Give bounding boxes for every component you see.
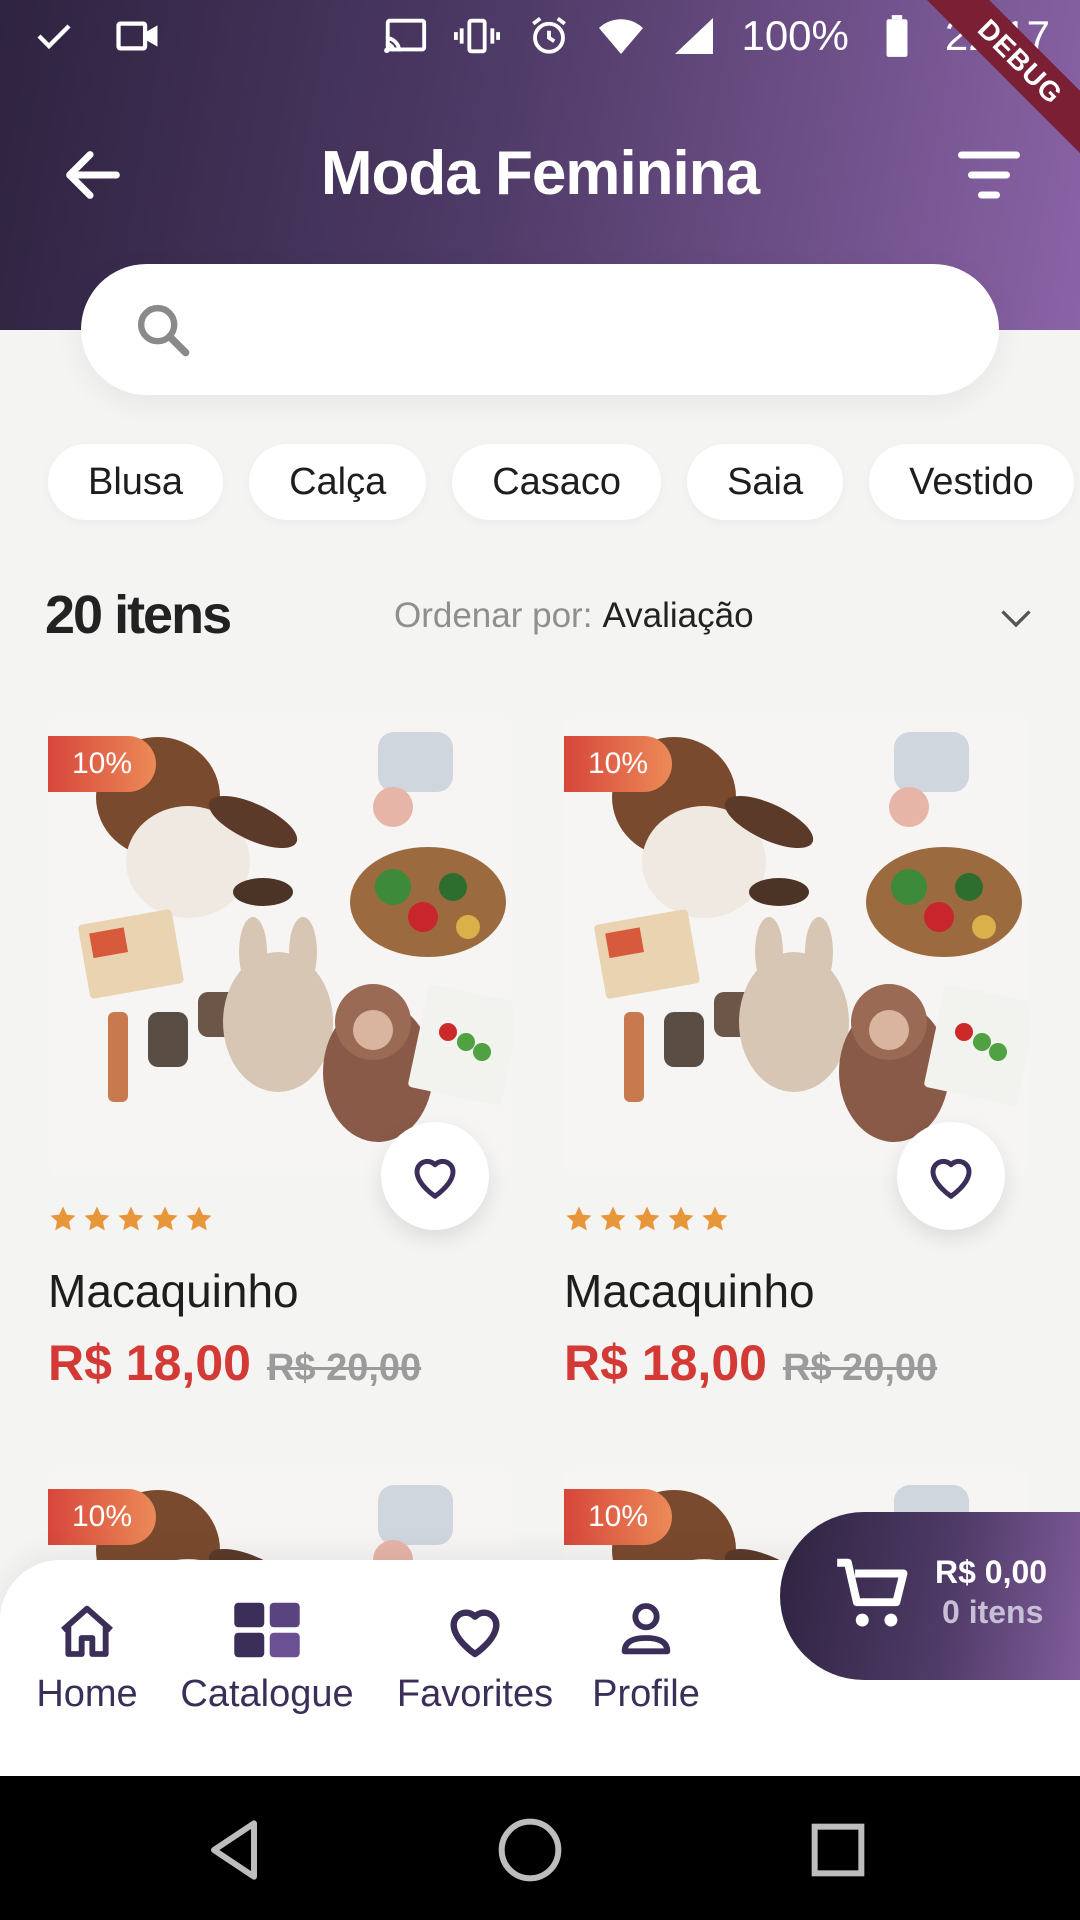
chevron-down-icon[interactable]	[998, 606, 1034, 632]
nav-favorites[interactable]: Favorites	[394, 1600, 556, 1716]
current-price: R$ 18,00	[564, 1335, 767, 1391]
product-name[interactable]: Macaquinho	[564, 1264, 815, 1318]
page-title: Moda Feminina	[320, 139, 760, 208]
grid-icon	[234, 1602, 300, 1658]
status-bar: 100% 22:17	[0, 0, 1080, 72]
chip-vestido[interactable]: Vestido	[869, 444, 1074, 520]
battery-icon	[873, 12, 921, 60]
discount-badge: 10%	[48, 736, 157, 792]
discount-badge: 10%	[564, 1489, 673, 1545]
star-icon	[700, 1204, 730, 1239]
signal-icon	[669, 12, 717, 60]
nav-profile[interactable]: Profile	[588, 1600, 704, 1716]
old-price: R$ 20,00	[266, 1347, 422, 1389]
heart-icon	[930, 1158, 972, 1199]
video-icon	[114, 12, 162, 60]
rating-stars	[48, 1204, 214, 1239]
search-input[interactable]	[221, 294, 961, 364]
heart-icon	[450, 1609, 500, 1658]
old-price: R$ 20,00	[782, 1347, 938, 1389]
star-icon	[82, 1204, 112, 1239]
discount-badge: 10%	[48, 1489, 157, 1545]
back-triangle-icon[interactable]	[194, 1810, 274, 1890]
rating-stars	[564, 1204, 730, 1239]
discount-badge: 10%	[564, 736, 673, 792]
star-icon	[116, 1204, 146, 1239]
search-bar[interactable]	[81, 264, 999, 395]
cart-item-count: 0 itens	[942, 1594, 1044, 1630]
filter-button[interactable]	[954, 146, 1024, 204]
person-icon	[621, 1603, 671, 1655]
home-circle-icon[interactable]	[490, 1810, 570, 1890]
favorite-button[interactable]	[897, 1122, 1005, 1230]
check-icon	[30, 12, 78, 60]
sort-dropdown[interactable]: Ordenar por: Avaliação	[394, 596, 754, 636]
wifi-icon	[597, 12, 645, 60]
cast-icon	[381, 12, 429, 60]
chip-casaco[interactable]: Casaco	[452, 444, 662, 520]
chip-calca[interactable]: Calça	[249, 444, 427, 520]
battery-percent: 100%	[741, 12, 849, 59]
search-icon	[131, 298, 195, 362]
system-navigation-bar	[0, 1776, 1080, 1920]
product-price: R$ 18,00 R$ 20,00	[48, 1334, 421, 1392]
star-icon	[666, 1204, 696, 1239]
star-icon	[48, 1204, 78, 1239]
filter-icon	[958, 151, 1020, 199]
product-card[interactable]: 10%	[48, 1465, 513, 1560]
star-icon	[184, 1204, 214, 1239]
nav-label: Catalogue	[180, 1673, 354, 1715]
nav-home[interactable]: Home	[28, 1600, 146, 1716]
item-count: 20 itens	[45, 585, 232, 645]
star-icon	[632, 1204, 662, 1239]
chip-saia[interactable]: Saia	[687, 444, 844, 520]
nav-label: Profile	[592, 1673, 700, 1715]
star-icon	[598, 1204, 628, 1239]
alarm-icon	[525, 12, 573, 60]
cart-total: R$ 0,00	[935, 1554, 1048, 1590]
favorite-button[interactable]	[381, 1122, 489, 1230]
nav-catalogue[interactable]: Catalogue	[172, 1600, 362, 1716]
home-icon	[61, 1605, 113, 1657]
sort-label: Ordenar por:	[394, 596, 593, 635]
product-price: R$ 18,00 R$ 20,00	[564, 1334, 937, 1392]
heart-icon	[414, 1158, 456, 1199]
nav-label: Favorites	[396, 1673, 554, 1715]
star-icon	[150, 1204, 180, 1239]
star-icon	[564, 1204, 594, 1239]
sort-value: Avaliação	[602, 596, 754, 635]
current-price: R$ 18,00	[48, 1335, 251, 1391]
recents-square-icon[interactable]	[798, 1810, 878, 1890]
vibrate-icon	[453, 12, 501, 60]
chip-blusa[interactable]: Blusa	[48, 444, 224, 520]
cart-icon	[830, 1552, 916, 1638]
nav-label: Home	[36, 1673, 138, 1715]
cart-button[interactable]: R$ 0,00 0 itens	[780, 1512, 1080, 1680]
product-name[interactable]: Macaquinho	[48, 1264, 299, 1318]
category-chips: Blusa Calça Casaco Saia Vestido	[48, 444, 1074, 520]
